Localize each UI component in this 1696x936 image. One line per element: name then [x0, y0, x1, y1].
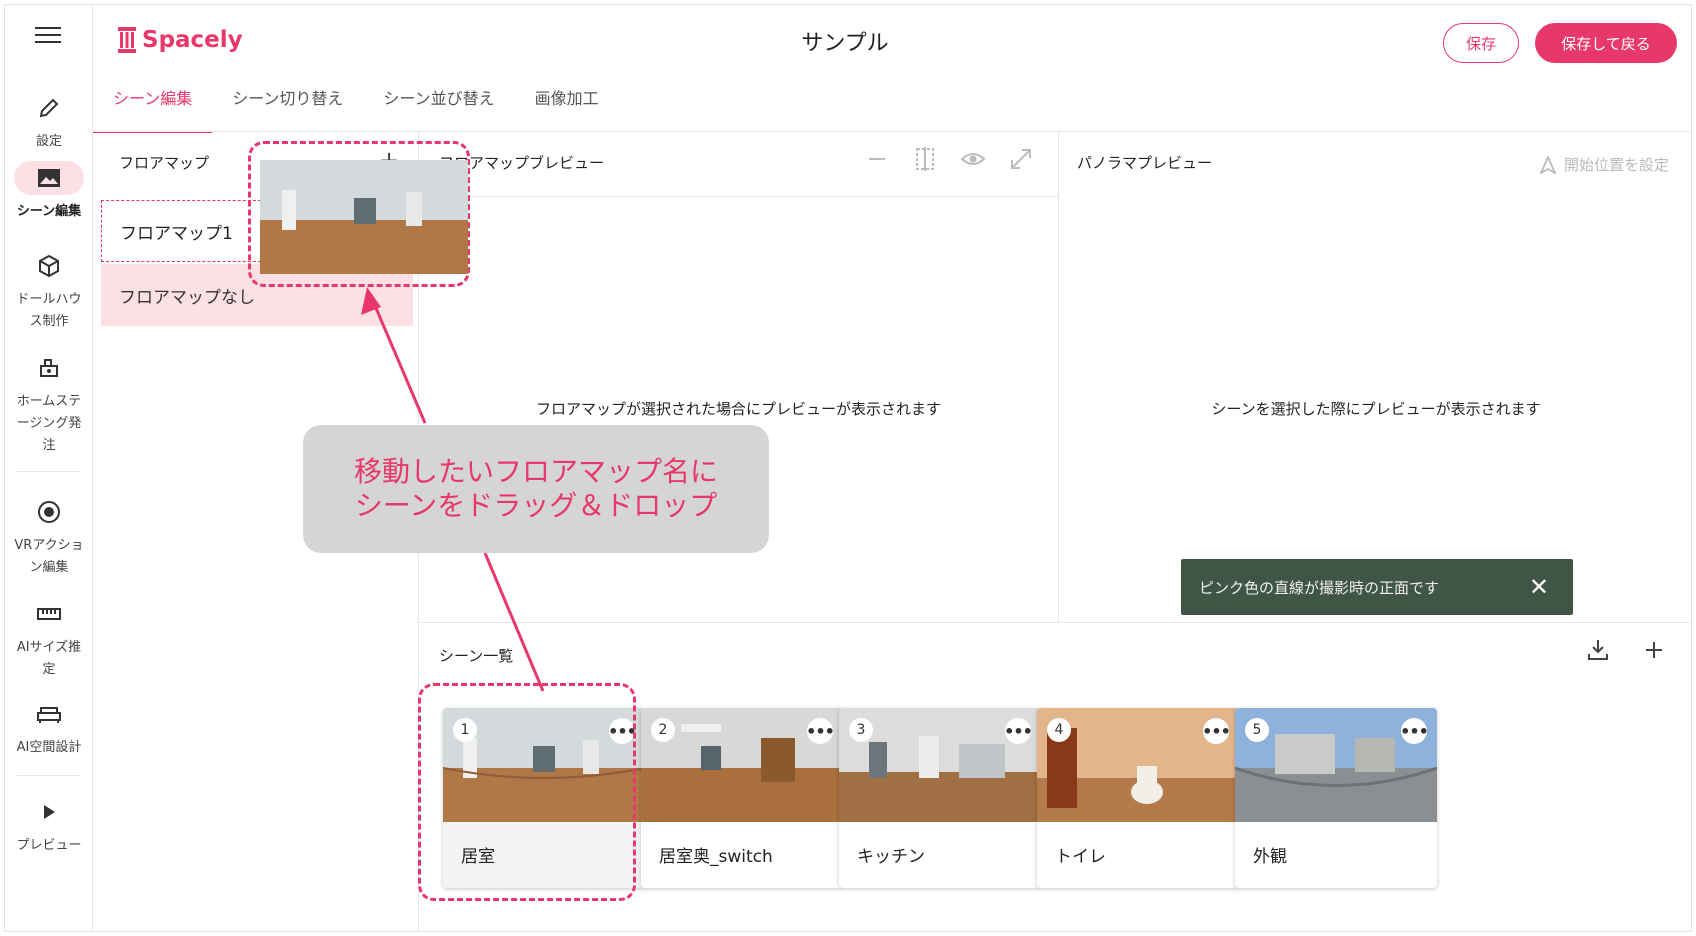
- tab-scene-switch[interactable]: シーン切り替え: [212, 89, 363, 133]
- rail-item-settings[interactable]: 設定: [5, 91, 93, 153]
- sofa-icon: [27, 697, 71, 731]
- scene-name: キッチン: [857, 847, 925, 867]
- rail-item-ai-space[interactable]: AI空間設計: [5, 697, 93, 759]
- rail-item-home-staging[interactable]: ホームステージング発注: [5, 351, 93, 457]
- left-rail: 設定 シーン編集 ドールハウス制作 ホームステージング発注 VRアクション編集 …: [5, 5, 93, 931]
- brand-logo: Spacely: [118, 25, 243, 55]
- page-title: サンプル: [801, 31, 889, 56]
- eye-icon[interactable]: [960, 146, 986, 172]
- scene-name: トイレ: [1055, 847, 1106, 867]
- info-toast: ピンク色の直線が撮影時の正面です ✕: [1181, 559, 1573, 615]
- hamburger-menu-icon[interactable]: [35, 27, 61, 47]
- floormap-preview-empty-message: フロアマップが選択された場合にプレビューが表示されます: [535, 400, 941, 418]
- more-options-icon[interactable]: •••: [1400, 718, 1429, 744]
- scene-number-badge: 3: [849, 718, 873, 742]
- close-icon[interactable]: ✕: [1529, 573, 1549, 601]
- scene-list-actions: [1585, 637, 1667, 663]
- instruction-callout: 移動したいフロアマップ名に シーンをドラッグ＆ドロップ: [303, 425, 769, 553]
- expand-icon[interactable]: [1008, 146, 1034, 172]
- split-view-icon[interactable]: [912, 146, 938, 172]
- image-icon: [14, 161, 84, 195]
- rail-item-vr-action[interactable]: VRアクション編集: [5, 495, 93, 579]
- scene-number-badge: 4: [1047, 718, 1071, 742]
- save-and-back-button[interactable]: 保存して戻る: [1535, 23, 1677, 63]
- panorama-preview-panel: パノラマプレビュー 開始位置を設定 シーンを選択した際にプレビューが表示されます…: [1059, 132, 1691, 622]
- scene-card-2[interactable]: 2 ••• 居室奥_switch: [641, 708, 843, 888]
- ruler-icon: [27, 597, 71, 631]
- save-button[interactable]: 保存: [1443, 23, 1519, 63]
- scene-card-4[interactable]: 4 ••• トイレ: [1037, 708, 1239, 888]
- tab-image-processing[interactable]: 画像加工: [515, 89, 619, 133]
- column-logo-icon: [118, 27, 136, 53]
- add-scene-icon[interactable]: [1641, 637, 1667, 663]
- panorama-preview-heading: パノラマプレビュー: [1077, 154, 1213, 172]
- target-icon: [27, 495, 71, 529]
- tab-scene-edit[interactable]: シーン編集: [93, 89, 213, 133]
- more-options-icon[interactable]: •••: [1004, 718, 1033, 744]
- rail-divider: [17, 471, 81, 472]
- floormap-preview-toolbar: [864, 146, 1034, 172]
- scene-number-badge: 2: [651, 718, 675, 742]
- floormap-item-1[interactable]: フロアマップ1: [101, 200, 261, 262]
- divider: [419, 196, 1058, 197]
- scene-card-3[interactable]: 3 ••• キッチン: [839, 708, 1041, 888]
- pencil-icon: [27, 91, 71, 125]
- scene-name: 居室奥_switch: [659, 847, 773, 867]
- rail-item-scene-edit[interactable]: シーン編集: [5, 161, 93, 223]
- scene-number-badge: 5: [1245, 718, 1269, 742]
- source-scene-highlight: [418, 683, 636, 901]
- more-options-icon[interactable]: •••: [1202, 718, 1231, 744]
- scene-card-5[interactable]: 5 ••• 外観: [1235, 708, 1437, 888]
- dragged-scene-thumbnail: [260, 160, 468, 274]
- rail-divider: [17, 775, 81, 776]
- scene-name: 外観: [1253, 847, 1287, 867]
- play-icon: [27, 795, 71, 829]
- app-window: 設定 シーン編集 ドールハウス制作 ホームステージング発注 VRアクション編集 …: [4, 4, 1692, 932]
- rail-item-preview[interactable]: プレビュー: [5, 795, 93, 857]
- more-options-icon[interactable]: •••: [806, 718, 835, 744]
- furniture-icon: [27, 351, 71, 385]
- scene-list-heading: シーン一覧: [439, 647, 514, 665]
- tab-scene-reorder[interactable]: シーン並び替え: [363, 89, 514, 133]
- download-icon[interactable]: [1585, 637, 1611, 663]
- navigation-icon: [1539, 155, 1556, 174]
- set-start-position-button[interactable]: 開始位置を設定: [1539, 154, 1669, 175]
- tab-bar: シーン編集 シーン切り替え シーン並び替え 画像加工: [93, 89, 619, 133]
- zoom-out-icon[interactable]: [864, 146, 890, 172]
- rail-item-dollhouse[interactable]: ドールハウス制作: [5, 249, 93, 333]
- cube-icon: [27, 249, 71, 283]
- floormap-heading: フロアマップ: [119, 154, 210, 172]
- rail-item-ai-size[interactable]: AIサイズ推定: [5, 597, 93, 681]
- panorama-preview-empty-message: シーンを選択した際にプレビューが表示されます: [1211, 400, 1541, 418]
